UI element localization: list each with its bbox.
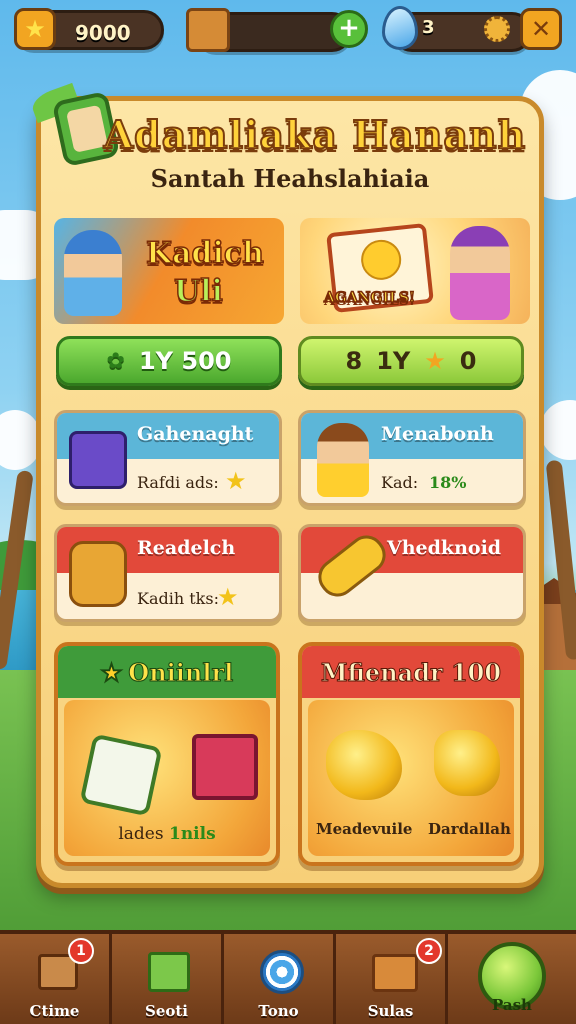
nav-label: Ctime (29, 1002, 80, 1020)
nav-label: Seoti (144, 1002, 188, 1020)
nav-label: Pash (492, 996, 532, 1014)
buy-button-right[interactable]: 8 1Y ★ 0 (298, 336, 524, 386)
star-icon: ★ (225, 467, 247, 495)
nav-label: Sulas (367, 1002, 414, 1020)
banner-right-label: AGANGILS! (323, 289, 416, 307)
character-girl-icon (450, 226, 510, 320)
banner-left-line2: Uli (173, 273, 223, 310)
spiral-icon (260, 950, 304, 994)
card-title: Menabonh (381, 423, 494, 445)
card-subtitle: Rafdi ads: (137, 473, 219, 492)
star-icon: ★ (217, 583, 239, 611)
bonus-right-item1: Meadevuile (316, 820, 413, 838)
clover-icon: ✿ (106, 348, 125, 374)
coin-amount: 9000 (75, 21, 131, 45)
bottom-navigation: 1 Ctime Seoti Tono 2 Sulas Pash (0, 930, 576, 1024)
bonus-panel-right[interactable]: Mfienadr 100 Meadevuile Dardallah (298, 642, 524, 866)
chest-icon (69, 431, 127, 489)
gift-icon (148, 952, 190, 992)
star-icon: ★ (424, 347, 446, 375)
bonus-panel-left[interactable]: ★ Oniinlrl lades 1nils (54, 642, 280, 866)
promo-banner-right[interactable]: AGANGILS! (300, 218, 530, 324)
gold-bars-icon (434, 730, 500, 796)
bonus-left-caption: lades (118, 824, 164, 844)
close-button[interactable]: ✕ (520, 8, 562, 50)
buy-right-price: 1Y (376, 347, 411, 375)
nav-item-spin[interactable]: Tono (224, 934, 336, 1024)
buy-right-prefix: 8 (345, 347, 363, 375)
add-energy-button[interactable]: + (330, 10, 368, 48)
gem-amount: 3 (422, 17, 435, 38)
card-readelch[interactable]: Readelch Kadih tks: ★ (54, 524, 282, 622)
top-resource-bar: 9000 ★ + 3 ✕ (0, 0, 576, 62)
gem-icon (382, 6, 418, 50)
crate-icon (186, 8, 230, 52)
bonus-left-title: Oniinlrl (128, 657, 234, 687)
bonus-left-caption-accent: 1nils (168, 824, 216, 844)
banner-left-line1: Kadich (145, 235, 264, 272)
tile-icon (79, 733, 163, 817)
buy-button-left[interactable]: ✿ 1Y 500 (56, 336, 282, 386)
nav-item-pash[interactable]: Pash (448, 934, 576, 1024)
star-icon: ★ (100, 657, 123, 687)
card-title: Gahenaght (137, 423, 254, 445)
nav-item-basket[interactable]: 2 Sulas (336, 934, 448, 1024)
card-vhedknoid[interactable]: Vhedknoid (298, 524, 526, 622)
nav-item-shop[interactable]: Seoti (112, 934, 224, 1024)
settings-icon[interactable] (484, 16, 510, 42)
nav-label: Tono (258, 1002, 299, 1020)
panel-title: Adamliaka Hananh (103, 111, 527, 158)
character-boy-icon (64, 230, 122, 316)
bonus-right-title: Mfienadr 100 (320, 657, 502, 687)
nav-item-home[interactable]: 1 Ctime (0, 934, 112, 1024)
card-title: Readelch (137, 537, 236, 559)
backpack-icon (69, 541, 127, 607)
gift-box-icon (192, 734, 258, 800)
card-gahenaght[interactable]: Gahenaght Rafdi ads: ★ (54, 410, 282, 506)
child-character-icon (317, 423, 369, 497)
star-icon: ★ (14, 8, 56, 50)
buy-left-price: 1Y 500 (138, 347, 232, 375)
buy-right-suffix: 0 (459, 347, 477, 375)
card-value: 18% (429, 473, 467, 492)
promo-banner-left[interactable]: Kadich Uli (54, 218, 284, 324)
card-subtitle: Kad: (381, 473, 419, 492)
notification-badge: 2 (416, 938, 442, 964)
panel-subtitle: Santah Heahslahiaia (150, 164, 430, 193)
gold-nuggets-icon (326, 730, 402, 800)
bonus-right-item2: Dardallah (428, 820, 511, 838)
basket-icon (372, 954, 418, 992)
notification-badge: 1 (68, 938, 94, 964)
card-title: Vhedknoid (387, 537, 502, 559)
card-subtitle: Kadih tks: (137, 589, 219, 608)
card-menabonh[interactable]: Menabonh Kad: 18% (298, 410, 526, 506)
